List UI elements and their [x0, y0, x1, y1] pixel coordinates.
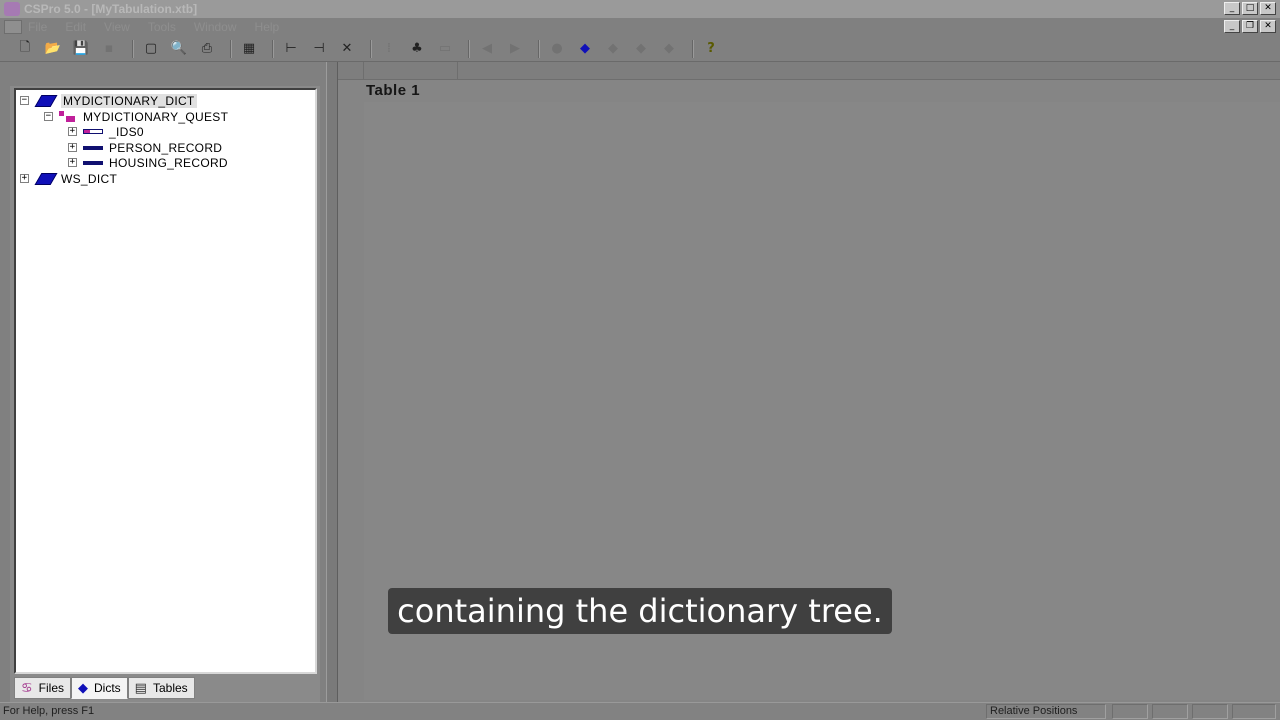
expand-icon[interactable]: + — [20, 174, 29, 183]
menu-edit[interactable]: Edit — [65, 20, 86, 34]
expand-icon[interactable]: + — [68, 158, 77, 167]
tree-node-label[interactable]: _IDS0 — [109, 125, 144, 139]
tables-icon: ▤ — [134, 680, 147, 696]
toolbar-separator — [132, 39, 134, 58]
tree-node-ids0[interactable]: + _IDS0 — [68, 124, 144, 139]
new-icon[interactable]: 🗋 — [14, 39, 36, 59]
status-indicator — [1192, 704, 1228, 719]
tab-label: Tables — [152, 681, 188, 695]
help-icon[interactable]: ? — [700, 39, 722, 59]
status-indicator — [1232, 704, 1276, 719]
doc-close-button[interactable]: ✕ — [1260, 20, 1276, 33]
save-icon[interactable]: 💾 — [70, 39, 92, 59]
tree-node-ws-dict[interactable]: + WS_DICT — [20, 171, 117, 186]
tree-node-label[interactable]: MYDICTIONARY_DICT — [61, 93, 197, 108]
menu-tools[interactable]: Tools — [148, 20, 176, 34]
questionnaire-icon — [59, 110, 77, 123]
menu-window[interactable]: Window — [194, 20, 237, 34]
document-window-controls: _ ❐ ✕ — [1224, 20, 1276, 33]
dict-3-icon[interactable]: ◆ — [630, 39, 652, 59]
column-header-cell[interactable] — [364, 62, 458, 80]
tab-label: Dicts — [94, 681, 121, 695]
doc-restore-button[interactable]: ❐ — [1242, 20, 1258, 33]
tabulate-icon[interactable]: ▦ — [238, 39, 260, 59]
tab-tables[interactable]: ▤ Tables — [127, 677, 195, 699]
id-record-icon — [83, 129, 103, 134]
tab-dicts[interactable]: ◆ Dicts — [71, 677, 128, 699]
pane-tabs: ♋ Files ◆ Dicts ▤ Tables — [14, 677, 195, 699]
tree-node-label[interactable]: WS_DICT — [61, 172, 117, 186]
status-indicator — [1112, 704, 1148, 719]
add-row-icon[interactable]: ⊢ — [280, 39, 302, 59]
dictionary-icon[interactable]: ◆ — [574, 39, 596, 59]
expand-icon[interactable]: + — [68, 143, 77, 152]
status-help-text: For Help, press F1 — [3, 705, 95, 717]
menu-view[interactable]: View — [104, 20, 130, 34]
open-icon[interactable]: 📂 — [42, 39, 64, 59]
status-indicator — [1152, 704, 1188, 719]
pane-splitter[interactable] — [326, 62, 338, 702]
tree-node-mydictionary-dict[interactable]: − MYDICTIONARY_DICT — [20, 93, 197, 108]
status-bar: For Help, press F1 Relative Positions — [0, 702, 1280, 720]
dict-2-icon[interactable]: ◆ — [602, 39, 624, 59]
tree-node-label[interactable]: PERSON_RECORD — [109, 141, 222, 155]
tab-files[interactable]: ♋ Files — [14, 677, 71, 699]
toolbar-separator — [370, 39, 372, 58]
dictionary-tree[interactable]: − MYDICTIONARY_DICT − MYDICTIONARY_QUEST… — [14, 88, 317, 674]
dictionary-book-icon — [35, 95, 55, 106]
status-position-mode: Relative Positions — [986, 704, 1106, 719]
tree-node-mydictionary-quest[interactable]: − MYDICTIONARY_QUEST — [44, 109, 228, 124]
maximize-button[interactable]: □ — [1242, 2, 1258, 15]
area-icon[interactable]: ⁞ — [378, 39, 400, 59]
run-icon[interactable]: ▪ — [98, 39, 120, 59]
toolbar-separator — [538, 39, 540, 58]
window-title: CSPro 5.0 - [MyTabulation.xtb] — [24, 2, 198, 16]
document-icon[interactable] — [4, 20, 22, 34]
copy-icon[interactable]: ▭ — [434, 39, 456, 59]
back-icon[interactable]: ◀ — [476, 39, 498, 59]
add-column-icon[interactable]: ⊣ — [308, 39, 330, 59]
dicts-icon: ◆ — [78, 680, 88, 696]
column-header-bar — [338, 62, 1280, 80]
frame-icon[interactable]: ▢ — [140, 39, 162, 59]
tree-node-label[interactable]: MYDICTIONARY_QUEST — [83, 110, 228, 124]
minimize-button[interactable]: _ — [1224, 2, 1240, 15]
record-icon — [83, 145, 103, 150]
record-icon — [83, 160, 103, 165]
collapse-icon[interactable]: − — [44, 112, 53, 121]
delete-icon[interactable]: ✕ — [336, 39, 358, 59]
dict-4-icon[interactable]: ◆ — [658, 39, 680, 59]
title-bar: CSPro 5.0 - [MyTabulation.xtb] _ □ ✕ — [0, 0, 1280, 18]
tree-node-person-record[interactable]: + PERSON_RECORD — [68, 140, 222, 155]
tree-node-housing-record[interactable]: + HOUSING_RECORD — [68, 155, 228, 170]
toolbar-separator — [272, 39, 274, 58]
toolbar-separator — [692, 39, 694, 58]
print-preview-icon[interactable]: 🔍 — [168, 39, 190, 59]
print-icon[interactable]: ⎙ — [196, 39, 218, 59]
files-icon: ♋ — [21, 680, 33, 696]
menu-file[interactable]: File — [28, 20, 47, 34]
window-controls: _ □ ✕ — [1224, 2, 1276, 15]
subtitle-caption: containing the dictionary tree. — [388, 588, 892, 634]
tree-node-label[interactable]: HOUSING_RECORD — [109, 156, 228, 170]
tab-label: Files — [38, 681, 64, 695]
column-header-cell[interactable] — [338, 62, 364, 80]
forward-icon[interactable]: ▶ — [504, 39, 526, 59]
left-pane: − MYDICTIONARY_DICT − MYDICTIONARY_QUEST… — [10, 86, 320, 702]
stop-icon[interactable]: ● — [546, 39, 568, 59]
table-title[interactable]: Table 1 — [366, 82, 420, 99]
tree-icon[interactable]: ♣ — [406, 39, 428, 59]
toolbar-separator — [230, 39, 232, 58]
menu-bar: File Edit View Tools Window Help _ ❐ ✕ — [0, 18, 1280, 36]
close-button[interactable]: ✕ — [1260, 2, 1276, 15]
collapse-icon[interactable]: − — [20, 96, 29, 105]
expand-icon[interactable]: + — [68, 127, 77, 136]
dictionary-book-icon — [35, 173, 55, 184]
toolbar: 🗋 📂 💾 ▪ ▢ 🔍 ⎙ ▦ ⊢ ⊣ ✕ ⁞ ♣ ▭ ◀ ▶ ● ◆ ◆ ◆ … — [0, 36, 1280, 62]
cspro-app-icon[interactable] — [4, 2, 20, 16]
doc-minimize-button[interactable]: _ — [1224, 20, 1240, 33]
toolbar-separator — [468, 39, 470, 58]
menu-help[interactable]: Help — [255, 20, 280, 34]
